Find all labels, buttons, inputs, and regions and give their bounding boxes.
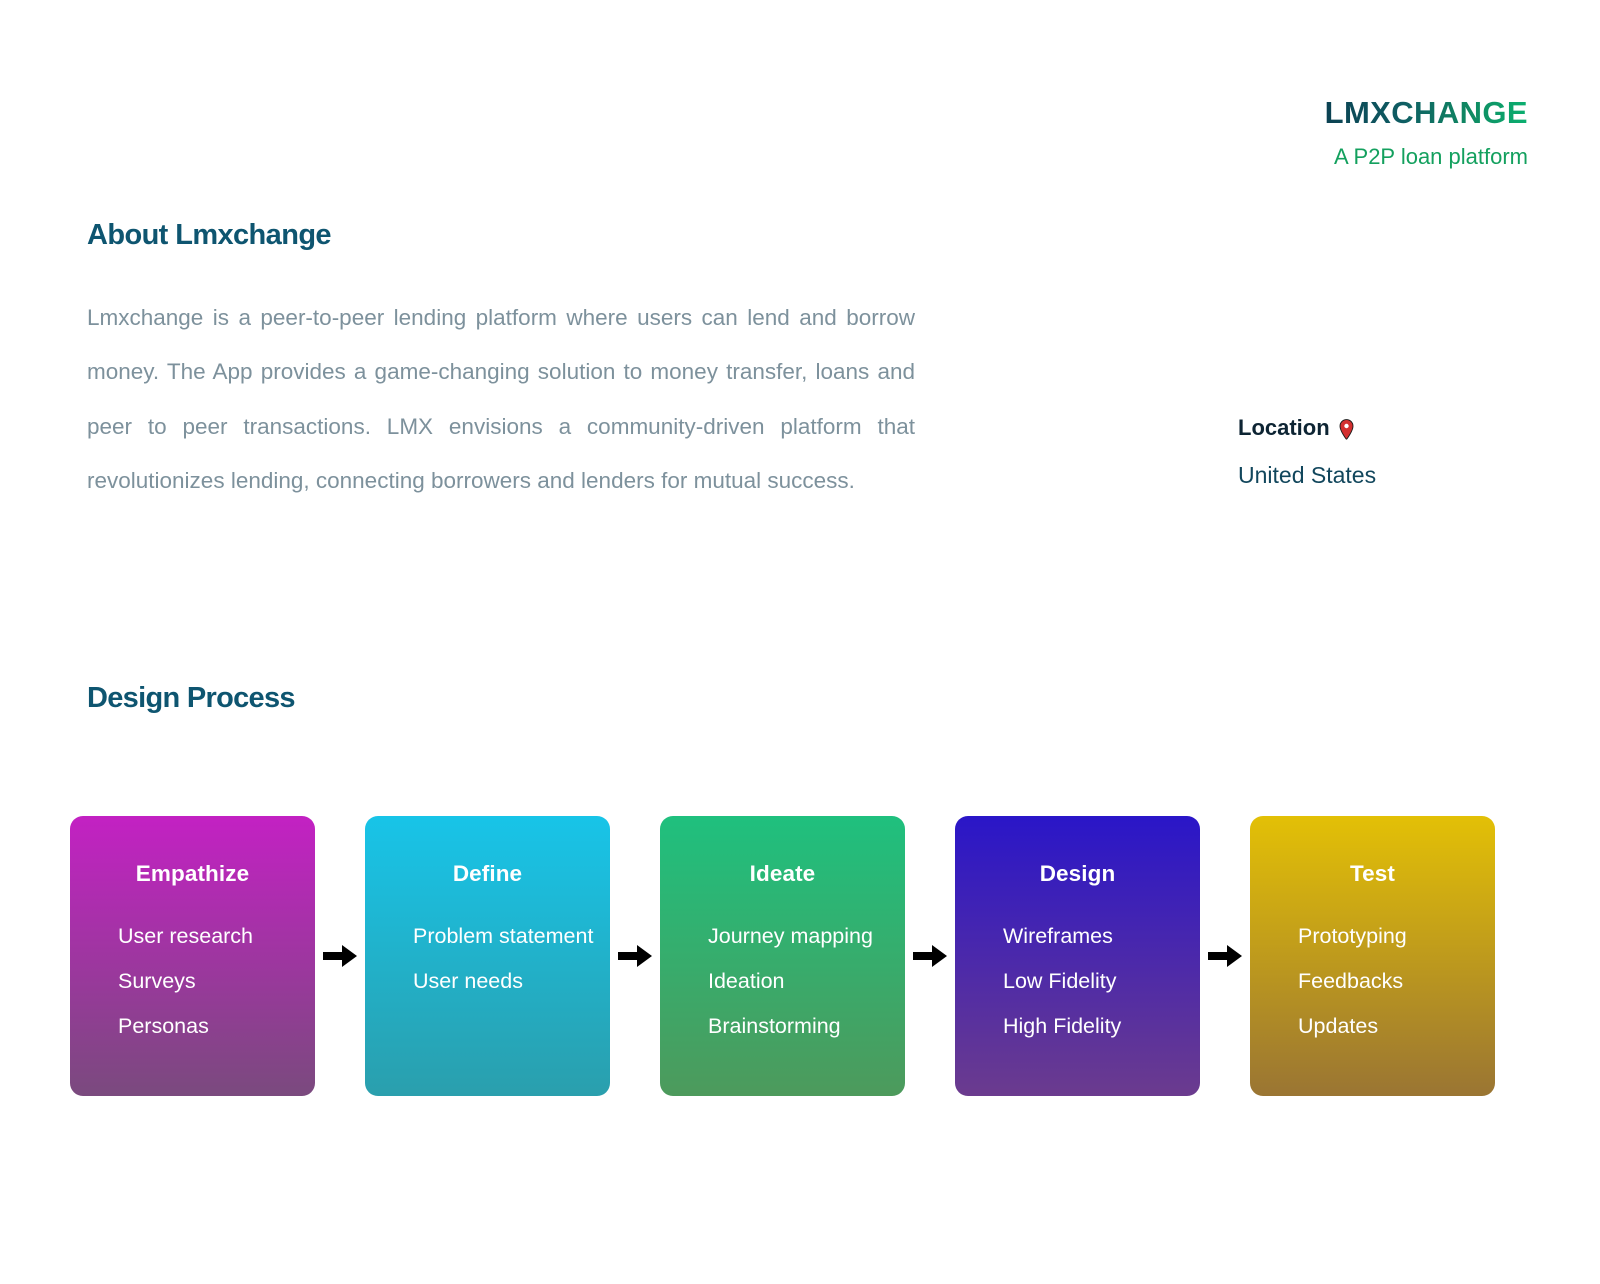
brand-block: LMXCHANGE A P2P loan platform bbox=[1108, 95, 1528, 170]
process-stage-item: Prototyping bbox=[1298, 924, 1407, 948]
location-block: Location United States bbox=[1238, 415, 1558, 490]
process-stage-card-define[interactable]: Define Problem statement User needs bbox=[365, 816, 610, 1096]
process-stage-card-empathize[interactable]: Empathize User research Surveys Personas bbox=[70, 816, 315, 1096]
design-process-title: Design Process bbox=[87, 682, 296, 714]
process-stage-item-list: Problem statement User needs bbox=[365, 914, 610, 1004]
process-stage-item-list: Journey mapping Ideation Brainstorming bbox=[660, 914, 905, 1049]
process-stage-item: Updates bbox=[1298, 1014, 1379, 1038]
process-stage-card-test[interactable]: Test Prototyping Feedbacks Updates bbox=[1250, 816, 1495, 1096]
about-title: About Lmxchange bbox=[87, 219, 332, 251]
process-stage-item-list: User research Surveys Personas bbox=[70, 914, 315, 1049]
process-stage-item-list: Wireframes Low Fidelity High Fidelity bbox=[955, 914, 1200, 1049]
process-stage-item: Wireframes bbox=[1003, 924, 1113, 948]
arrow-right-icon bbox=[315, 943, 365, 969]
process-stage-item: User needs bbox=[413, 969, 523, 993]
map-pin-icon bbox=[1339, 418, 1354, 440]
about-body-text: Lmxchange is a peer-to-peer lending plat… bbox=[87, 304, 915, 494]
process-stage-item: High Fidelity bbox=[1003, 1014, 1122, 1038]
location-value: United States bbox=[1238, 462, 1377, 489]
process-stage-item: Surveys bbox=[118, 969, 196, 993]
process-stage-item: Journey mapping bbox=[708, 924, 873, 948]
process-stage-item: Personas bbox=[118, 1014, 209, 1038]
arrow-right-icon bbox=[1200, 943, 1250, 969]
process-stage-item: Problem statement bbox=[413, 924, 594, 948]
design-process-section: Design Process Empathize User research Sur… bbox=[70, 681, 1540, 1096]
location-label: Location bbox=[1238, 415, 1330, 440]
process-stage-card-design[interactable]: Design Wireframes Low Fidelity High Fidelit… bbox=[955, 816, 1200, 1096]
arrow-right-icon bbox=[905, 943, 955, 969]
process-stage-item: Brainstorming bbox=[708, 1014, 841, 1038]
brand-tagline: A P2P loan platform bbox=[1333, 144, 1528, 170]
process-stage-item: Feedbacks bbox=[1298, 969, 1404, 993]
location-heading: Location bbox=[1238, 415, 1558, 441]
process-stage-item: Ideation bbox=[708, 969, 785, 993]
process-flow: Empathize User research Surveys Personas Def… bbox=[70, 816, 1495, 1096]
process-stage-card-ideate[interactable]: Ideate Journey mapping Ideation Brainstormi… bbox=[660, 816, 905, 1096]
process-stage-title: Define bbox=[452, 861, 523, 886]
about-section: About Lmxchange Lmxchange is a peer-to-p… bbox=[87, 218, 917, 509]
process-stage-item: Low Fidelity bbox=[1003, 969, 1117, 993]
brand-name: LMXCHANGE bbox=[1324, 95, 1528, 130]
process-stage-title: Test bbox=[1350, 861, 1395, 886]
arrow-right-icon bbox=[610, 943, 660, 969]
process-stage-title: Ideate bbox=[749, 861, 816, 886]
process-stage-item: User research bbox=[118, 924, 254, 948]
process-stage-title: Empathize bbox=[135, 861, 250, 886]
process-stage-title: Design bbox=[1039, 861, 1116, 886]
process-stage-item-list: Prototyping Feedbacks Updates bbox=[1250, 914, 1495, 1049]
